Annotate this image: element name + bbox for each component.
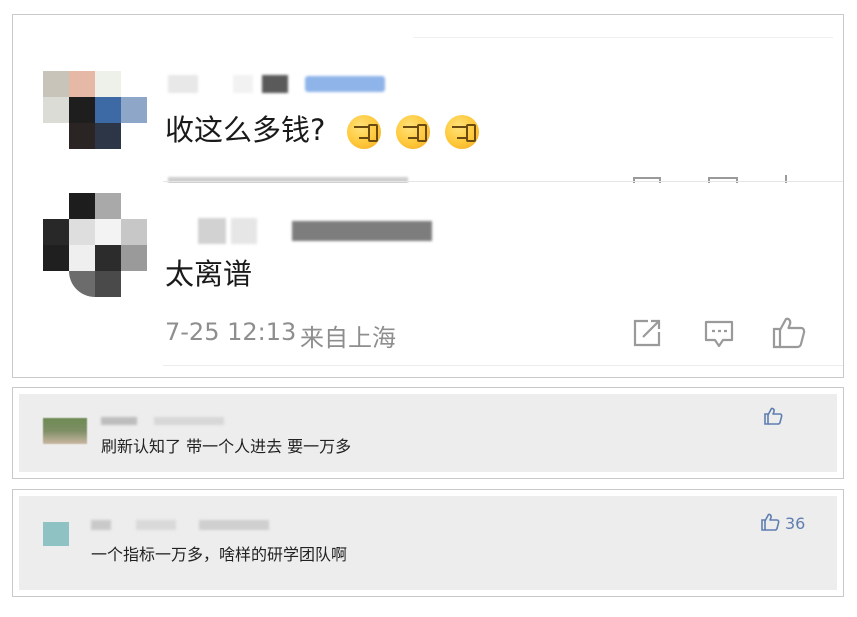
username-obscured xyxy=(91,514,270,533)
divider xyxy=(163,365,843,366)
thumbs-up-icon[interactable] xyxy=(771,315,807,349)
comment-text: 收这么多钱? xyxy=(165,107,480,149)
avatar[interactable] xyxy=(43,71,147,149)
divider xyxy=(163,181,843,182)
smirk-face-icon xyxy=(346,115,381,149)
username-obscured xyxy=(101,410,225,429)
reply-panel: 刷新认知了 带一个人进去 要一万多 xyxy=(12,387,844,479)
reply-panel: 一个指标一万多，啥样的研学团队啊 36 xyxy=(12,489,844,597)
comment-panel: 收这么多钱? 太离谱 7-25 12:13 来自上海 xyxy=(12,14,844,378)
divider xyxy=(413,37,833,38)
avatar[interactable] xyxy=(43,193,147,297)
thumbs-up-icon[interactable] xyxy=(763,406,783,426)
comment-location: 来自上海 xyxy=(300,324,396,352)
reply-text: 一个指标一万多，啥样的研学团队啊 xyxy=(91,545,348,564)
comment-text: 太离谱 xyxy=(165,257,253,291)
smirk-face-icon xyxy=(445,115,480,149)
share-icon[interactable] xyxy=(632,318,662,348)
like-count: 36 xyxy=(785,514,806,533)
comment-icon[interactable] xyxy=(703,318,735,350)
username-obscured xyxy=(168,73,386,93)
avatar[interactable] xyxy=(43,418,87,444)
avatar[interactable] xyxy=(43,522,69,546)
thumbs-up-icon[interactable] xyxy=(760,512,780,532)
reply-text: 刷新认知了 带一个人进去 要一万多 xyxy=(101,437,352,456)
comment-date: 7-25 12:13 xyxy=(165,318,297,346)
username-obscured xyxy=(198,218,433,244)
smirk-face-icon xyxy=(395,115,430,149)
